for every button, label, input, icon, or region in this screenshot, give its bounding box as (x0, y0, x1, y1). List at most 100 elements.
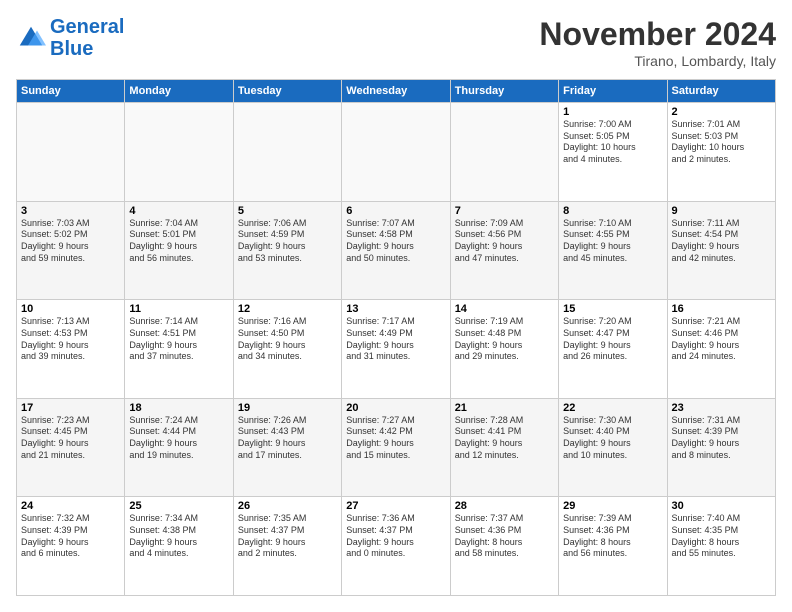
day-info: Sunrise: 7:30 AM Sunset: 4:40 PM Dayligh… (563, 415, 662, 462)
calendar-cell (125, 103, 233, 202)
day-number: 15 (563, 303, 662, 315)
day-info: Sunrise: 7:14 AM Sunset: 4:51 PM Dayligh… (129, 316, 228, 363)
calendar-cell: 21Sunrise: 7:28 AM Sunset: 4:41 PM Dayli… (450, 398, 558, 497)
day-number: 27 (346, 500, 445, 512)
day-info: Sunrise: 7:37 AM Sunset: 4:36 PM Dayligh… (455, 513, 554, 560)
calendar-cell: 20Sunrise: 7:27 AM Sunset: 4:42 PM Dayli… (342, 398, 450, 497)
logo: General Blue (16, 16, 124, 60)
logo-blue: Blue (50, 38, 93, 60)
day-info: Sunrise: 7:04 AM Sunset: 5:01 PM Dayligh… (129, 218, 228, 265)
day-info: Sunrise: 7:28 AM Sunset: 4:41 PM Dayligh… (455, 415, 554, 462)
calendar-cell: 10Sunrise: 7:13 AM Sunset: 4:53 PM Dayli… (17, 300, 125, 399)
day-info: Sunrise: 7:39 AM Sunset: 4:36 PM Dayligh… (563, 513, 662, 560)
calendar-cell (342, 103, 450, 202)
col-saturday: Saturday (667, 80, 775, 103)
calendar-cell (17, 103, 125, 202)
calendar-cell (233, 103, 341, 202)
day-info: Sunrise: 7:01 AM Sunset: 5:03 PM Dayligh… (672, 119, 771, 166)
day-info: Sunrise: 7:34 AM Sunset: 4:38 PM Dayligh… (129, 513, 228, 560)
day-number: 22 (563, 402, 662, 414)
day-number: 29 (563, 500, 662, 512)
day-number: 30 (672, 500, 771, 512)
calendar-cell: 25Sunrise: 7:34 AM Sunset: 4:38 PM Dayli… (125, 497, 233, 596)
day-info: Sunrise: 7:13 AM Sunset: 4:53 PM Dayligh… (21, 316, 120, 363)
day-number: 7 (455, 205, 554, 217)
day-info: Sunrise: 7:00 AM Sunset: 5:05 PM Dayligh… (563, 119, 662, 166)
day-number: 16 (672, 303, 771, 315)
calendar-cell: 6Sunrise: 7:07 AM Sunset: 4:58 PM Daylig… (342, 201, 450, 300)
day-number: 8 (563, 205, 662, 217)
col-wednesday: Wednesday (342, 80, 450, 103)
day-info: Sunrise: 7:19 AM Sunset: 4:48 PM Dayligh… (455, 316, 554, 363)
calendar-cell: 5Sunrise: 7:06 AM Sunset: 4:59 PM Daylig… (233, 201, 341, 300)
calendar-cell: 15Sunrise: 7:20 AM Sunset: 4:47 PM Dayli… (559, 300, 667, 399)
day-number: 24 (21, 500, 120, 512)
calendar-cell: 17Sunrise: 7:23 AM Sunset: 4:45 PM Dayli… (17, 398, 125, 497)
col-monday: Monday (125, 80, 233, 103)
calendar-cell: 19Sunrise: 7:26 AM Sunset: 4:43 PM Dayli… (233, 398, 341, 497)
calendar-week-4: 17Sunrise: 7:23 AM Sunset: 4:45 PM Dayli… (17, 398, 776, 497)
month-title: November 2024 (539, 16, 776, 53)
title-block: November 2024 Tirano, Lombardy, Italy (539, 16, 776, 69)
day-info: Sunrise: 7:10 AM Sunset: 4:55 PM Dayligh… (563, 218, 662, 265)
calendar-cell: 9Sunrise: 7:11 AM Sunset: 4:54 PM Daylig… (667, 201, 775, 300)
calendar-cell: 3Sunrise: 7:03 AM Sunset: 5:02 PM Daylig… (17, 201, 125, 300)
day-number: 17 (21, 402, 120, 414)
day-info: Sunrise: 7:21 AM Sunset: 4:46 PM Dayligh… (672, 316, 771, 363)
col-friday: Friday (559, 80, 667, 103)
day-number: 5 (238, 205, 337, 217)
day-number: 18 (129, 402, 228, 414)
calendar-cell: 2Sunrise: 7:01 AM Sunset: 5:03 PM Daylig… (667, 103, 775, 202)
calendar-week-2: 3Sunrise: 7:03 AM Sunset: 5:02 PM Daylig… (17, 201, 776, 300)
day-info: Sunrise: 7:40 AM Sunset: 4:35 PM Dayligh… (672, 513, 771, 560)
day-number: 1 (563, 106, 662, 118)
day-info: Sunrise: 7:27 AM Sunset: 4:42 PM Dayligh… (346, 415, 445, 462)
day-number: 23 (672, 402, 771, 414)
calendar-cell: 27Sunrise: 7:36 AM Sunset: 4:37 PM Dayli… (342, 497, 450, 596)
day-number: 9 (672, 205, 771, 217)
calendar-cell: 29Sunrise: 7:39 AM Sunset: 4:36 PM Dayli… (559, 497, 667, 596)
calendar-cell: 28Sunrise: 7:37 AM Sunset: 4:36 PM Dayli… (450, 497, 558, 596)
day-number: 4 (129, 205, 228, 217)
col-sunday: Sunday (17, 80, 125, 103)
calendar-week-5: 24Sunrise: 7:32 AM Sunset: 4:39 PM Dayli… (17, 497, 776, 596)
day-number: 13 (346, 303, 445, 315)
day-info: Sunrise: 7:23 AM Sunset: 4:45 PM Dayligh… (21, 415, 120, 462)
logo-general: General (50, 16, 124, 38)
calendar-cell: 14Sunrise: 7:19 AM Sunset: 4:48 PM Dayli… (450, 300, 558, 399)
calendar-cell: 1Sunrise: 7:00 AM Sunset: 5:05 PM Daylig… (559, 103, 667, 202)
day-info: Sunrise: 7:16 AM Sunset: 4:50 PM Dayligh… (238, 316, 337, 363)
col-tuesday: Tuesday (233, 80, 341, 103)
calendar-cell: 12Sunrise: 7:16 AM Sunset: 4:50 PM Dayli… (233, 300, 341, 399)
day-info: Sunrise: 7:20 AM Sunset: 4:47 PM Dayligh… (563, 316, 662, 363)
day-number: 2 (672, 106, 771, 118)
calendar-cell: 24Sunrise: 7:32 AM Sunset: 4:39 PM Dayli… (17, 497, 125, 596)
day-info: Sunrise: 7:17 AM Sunset: 4:49 PM Dayligh… (346, 316, 445, 363)
day-number: 25 (129, 500, 228, 512)
day-info: Sunrise: 7:03 AM Sunset: 5:02 PM Dayligh… (21, 218, 120, 265)
days-header-row: Sunday Monday Tuesday Wednesday Thursday… (17, 80, 776, 103)
calendar-cell: 30Sunrise: 7:40 AM Sunset: 4:35 PM Dayli… (667, 497, 775, 596)
calendar-cell: 13Sunrise: 7:17 AM Sunset: 4:49 PM Dayli… (342, 300, 450, 399)
day-number: 12 (238, 303, 337, 315)
day-info: Sunrise: 7:09 AM Sunset: 4:56 PM Dayligh… (455, 218, 554, 265)
calendar-week-3: 10Sunrise: 7:13 AM Sunset: 4:53 PM Dayli… (17, 300, 776, 399)
day-number: 20 (346, 402, 445, 414)
page: General Blue November 2024 Tirano, Lomba… (0, 0, 792, 612)
day-info: Sunrise: 7:31 AM Sunset: 4:39 PM Dayligh… (672, 415, 771, 462)
day-info: Sunrise: 7:32 AM Sunset: 4:39 PM Dayligh… (21, 513, 120, 560)
calendar-header: Sunday Monday Tuesday Wednesday Thursday… (17, 80, 776, 103)
calendar-cell: 26Sunrise: 7:35 AM Sunset: 4:37 PM Dayli… (233, 497, 341, 596)
day-number: 11 (129, 303, 228, 315)
day-number: 19 (238, 402, 337, 414)
day-info: Sunrise: 7:26 AM Sunset: 4:43 PM Dayligh… (238, 415, 337, 462)
day-number: 28 (455, 500, 554, 512)
header: General Blue November 2024 Tirano, Lomba… (16, 16, 776, 69)
day-number: 3 (21, 205, 120, 217)
logo-icon (16, 23, 46, 53)
day-info: Sunrise: 7:06 AM Sunset: 4:59 PM Dayligh… (238, 218, 337, 265)
calendar-cell: 8Sunrise: 7:10 AM Sunset: 4:55 PM Daylig… (559, 201, 667, 300)
day-info: Sunrise: 7:36 AM Sunset: 4:37 PM Dayligh… (346, 513, 445, 560)
location: Tirano, Lombardy, Italy (539, 53, 776, 69)
day-number: 14 (455, 303, 554, 315)
